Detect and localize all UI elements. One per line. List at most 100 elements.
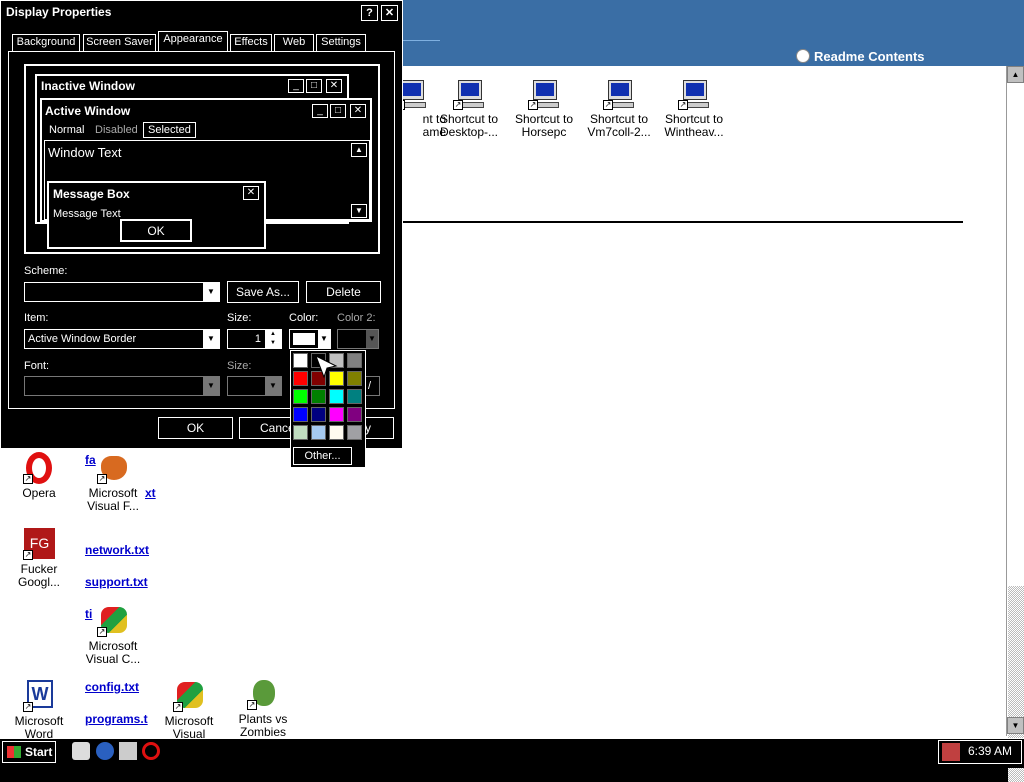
color-swatch-current	[293, 333, 315, 345]
desktop-shortcut[interactable]: ↗ Opera	[0, 452, 78, 500]
chevron-down-icon: ▼	[318, 330, 330, 348]
color-swatch[interactable]	[293, 407, 308, 422]
color-swatch[interactable]	[311, 389, 326, 404]
dialog-title: Display Properties	[6, 5, 112, 19]
file-link[interactable]: xt	[145, 486, 156, 500]
word-icon: W ↗	[23, 680, 55, 712]
window-text: Window Text	[48, 145, 122, 160]
tray-app-icon[interactable]	[942, 743, 960, 761]
color-swatch[interactable]	[347, 407, 362, 422]
tab-effects[interactable]: Effects	[230, 34, 272, 51]
icon-label: Wintheav...	[664, 125, 724, 139]
opera-icon: ↗	[23, 452, 55, 484]
scroll-down-icon: ▼	[351, 204, 367, 218]
minimize-icon: _	[312, 104, 328, 118]
tab-settings[interactable]: Settings	[316, 34, 366, 51]
message-box-title: Message Box	[53, 187, 130, 201]
color-label: Color:	[289, 312, 319, 324]
desktop-shortcut[interactable]: ↗ Plants vs Zombies	[224, 678, 302, 739]
spinner-arrows-icon[interactable]: ▲ ▼	[265, 330, 281, 348]
opera-icon[interactable]	[142, 742, 160, 760]
vertical-scrollbar[interactable]: ▲ ▼	[1006, 66, 1024, 782]
network-txt-link[interactable]: network.txt	[85, 543, 149, 557]
menu-selected: Selected	[143, 122, 196, 138]
color2-label: Color 2:	[337, 312, 376, 324]
font-size-dropdown: ▼	[227, 376, 282, 396]
color-swatch[interactable]	[347, 425, 362, 440]
italic-toggle: /	[364, 376, 380, 396]
tab-background[interactable]: Background	[12, 34, 80, 51]
close-icon: ✕	[326, 79, 342, 93]
icon-label: Vm7coll-2...	[587, 125, 651, 139]
desktop-shortcut[interactable]: ↗ Shortcut to Vm7coll-2...	[580, 78, 658, 139]
fox-icon: ↗	[97, 452, 129, 484]
start-button[interactable]: Start	[2, 741, 56, 763]
color-dropdown[interactable]: ▼	[289, 329, 331, 349]
scroll-up-button[interactable]: ▲	[1007, 66, 1024, 83]
maximize-icon: □	[306, 79, 322, 93]
support-txt-link[interactable]: support.txt	[85, 575, 148, 589]
font-label: Font:	[24, 360, 50, 372]
color-swatch[interactable]	[293, 389, 308, 404]
desktop-shortcut[interactable]: ↗ Shortcut to Wintheav...	[655, 78, 733, 139]
icon-label: Desktop-...	[439, 125, 499, 139]
config-txt-link[interactable]: config.txt	[85, 680, 139, 694]
desktop-shortcut[interactable]: FG ↗ Fucker Googl...	[0, 528, 78, 589]
internet-explorer-icon[interactable]	[96, 742, 114, 760]
cursor-icon	[315, 354, 338, 379]
item-dropdown[interactable]: Active Window Border ▼	[24, 329, 220, 349]
other-color-button[interactable]: Other...	[293, 447, 352, 465]
menu-disabled: Disabled	[95, 124, 138, 136]
clock[interactable]: 6:39 AM	[968, 744, 1012, 758]
file-link[interactable]: fa	[85, 453, 96, 467]
show-desktop-icon[interactable]	[72, 742, 90, 760]
color-swatch[interactable]	[329, 389, 344, 404]
computer-icon: ↗	[453, 78, 485, 110]
desktop-shortcut[interactable]: ↗ Microsoft Visual	[150, 680, 228, 741]
desktop-shortcut[interactable]: ↗ Shortcut to Desktop-...	[430, 78, 508, 139]
color-swatch[interactable]	[329, 407, 344, 422]
desktop-shortcut[interactable]: W ↗ Microsoft Word	[0, 680, 78, 741]
color-swatch[interactable]	[311, 407, 326, 422]
minimize-icon: _	[288, 79, 304, 93]
size-value: 1	[254, 333, 261, 345]
color-swatch[interactable]	[329, 425, 344, 440]
tab-appearance[interactable]: Appearance	[158, 31, 228, 52]
help-button[interactable]: ?	[361, 5, 378, 21]
item-value: Active Window Border	[28, 333, 137, 345]
delete-button[interactable]: Delete	[306, 281, 381, 303]
fg-app-icon: FG ↗	[23, 528, 55, 560]
size-spinner[interactable]: 1 ▲ ▼	[227, 329, 282, 349]
scroll-down-button[interactable]: ▼	[1007, 717, 1024, 734]
icon-label: Visual F...	[87, 499, 139, 513]
computer-icon: ↗	[528, 78, 560, 110]
color-swatch[interactable]	[293, 353, 308, 368]
scroll-up-icon: ▲	[351, 143, 367, 157]
color-swatch[interactable]	[293, 425, 308, 440]
color-swatch[interactable]	[347, 353, 362, 368]
desktop-shortcut[interactable]: ↗ Shortcut to Horsepc	[505, 78, 583, 139]
file-link[interactable]: ti	[85, 607, 92, 621]
outlook-icon[interactable]	[119, 742, 137, 760]
ok-button[interactable]: OK	[158, 417, 233, 439]
tab-screen-saver[interactable]: Screen Saver	[83, 34, 156, 51]
close-icon: ✕	[243, 186, 259, 200]
color-swatch[interactable]	[293, 371, 308, 386]
close-button[interactable]: ✕	[381, 5, 398, 21]
tab-web[interactable]: Web	[274, 34, 314, 51]
visual-studio-icon: ↗	[97, 605, 129, 637]
cancel-button[interactable]: Cance	[239, 417, 295, 439]
save-as-button[interactable]: Save As...	[227, 281, 299, 303]
message-ok-button: OK	[120, 219, 192, 242]
header-underline	[403, 40, 440, 41]
readme-contents-link[interactable]: Readme Contents	[796, 47, 925, 65]
start-label: Start	[25, 745, 53, 759]
size-label: Size:	[227, 312, 252, 324]
color-swatch[interactable]	[347, 389, 362, 404]
color-swatch[interactable]	[347, 371, 362, 386]
programs-txt-link[interactable]: programs.t	[85, 712, 148, 726]
plants-vs-zombies-icon: ↗	[247, 678, 279, 710]
color-swatch[interactable]	[311, 425, 326, 440]
scheme-dropdown[interactable]: ▼	[24, 282, 220, 302]
maximize-icon: □	[330, 104, 346, 118]
